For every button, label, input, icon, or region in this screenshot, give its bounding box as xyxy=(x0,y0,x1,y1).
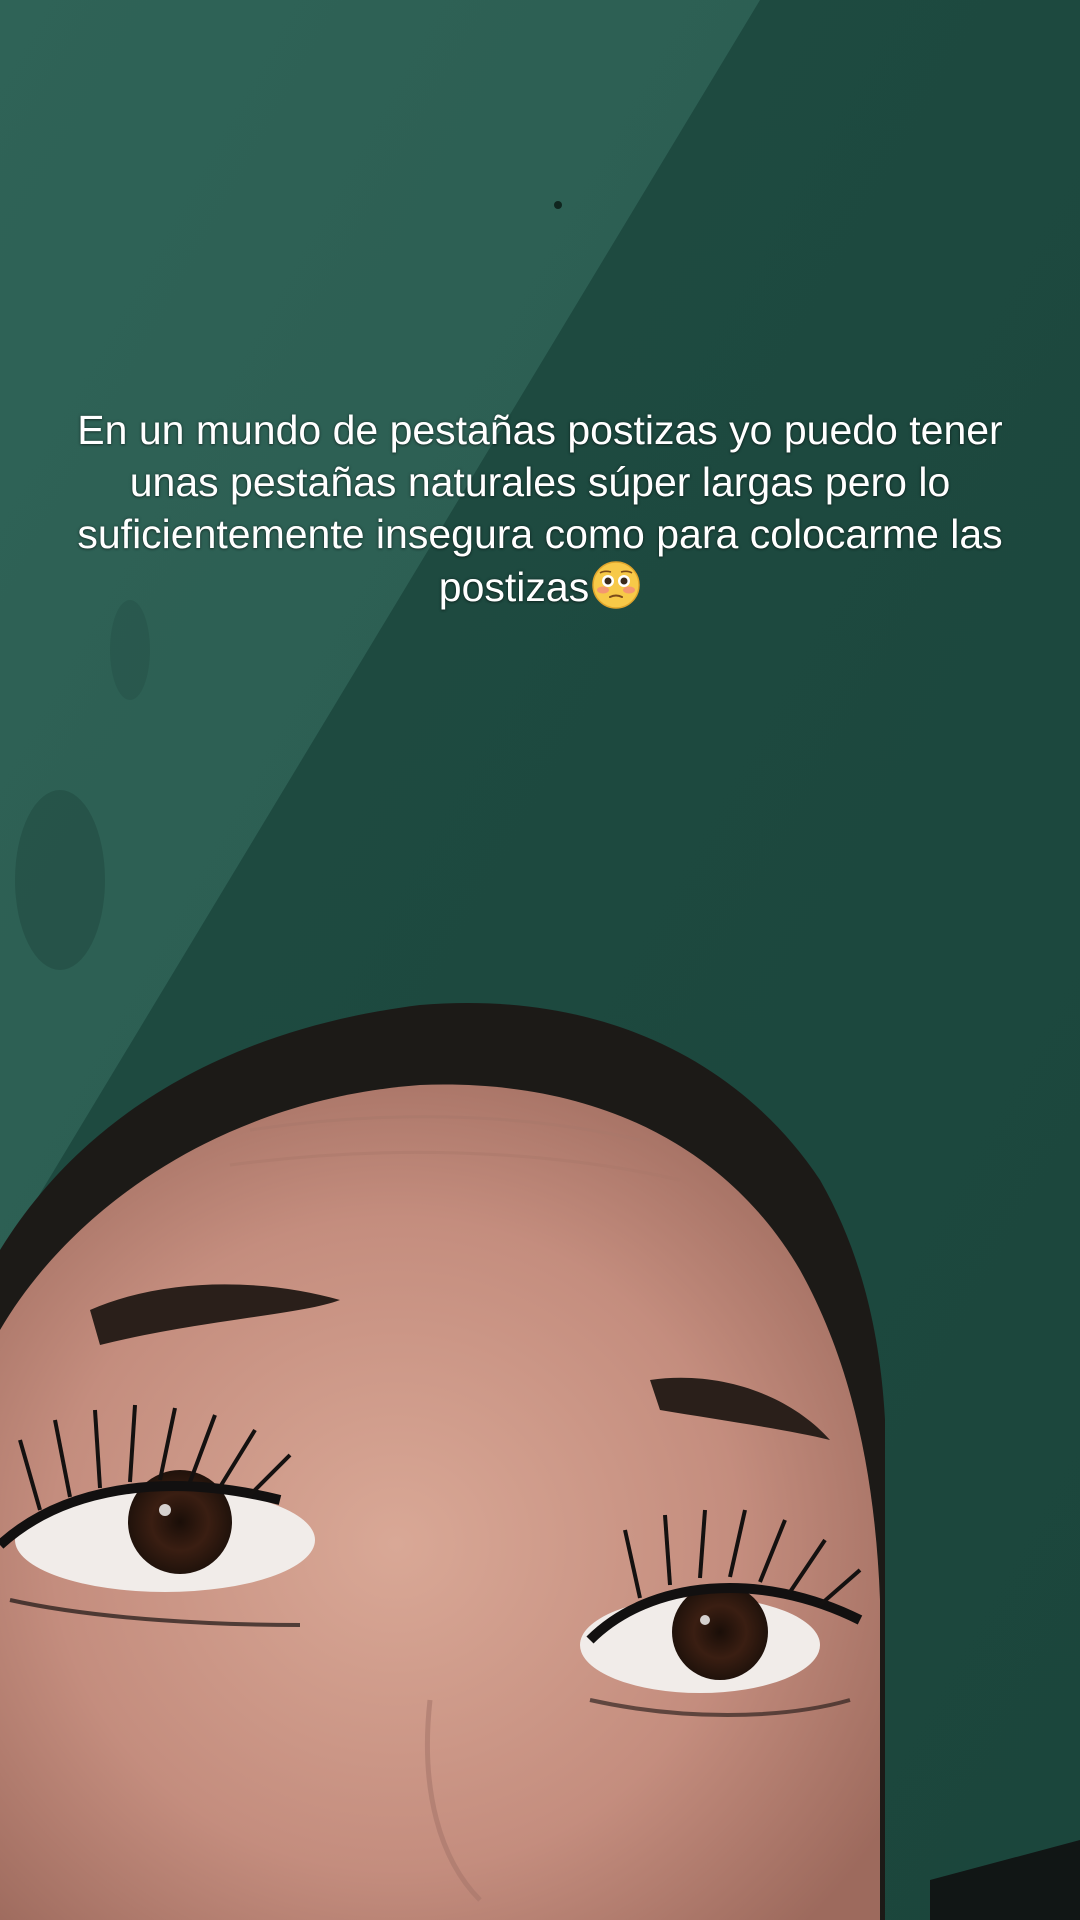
wall-scuff-1 xyxy=(15,790,105,970)
flushed-face-icon xyxy=(591,560,641,610)
wall-scuff-2 xyxy=(110,600,150,700)
right-iris xyxy=(672,1584,768,1680)
story-caption: En un mundo de pestañas postizas yo pued… xyxy=(60,404,1020,613)
wall-speck xyxy=(554,201,562,209)
photo-frame: En un mundo de pestañas postizas yo pued… xyxy=(0,0,1080,1920)
selfie-photo xyxy=(0,0,1080,1920)
caption-text: En un mundo de pestañas postizas yo pued… xyxy=(77,407,1003,610)
